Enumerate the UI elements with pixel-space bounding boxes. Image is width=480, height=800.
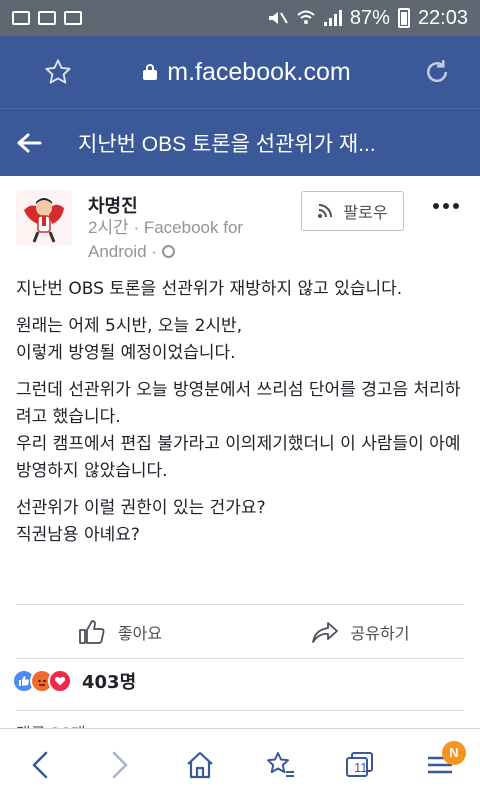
post-meta: 2시간 · Facebook for Android · <box>88 216 288 264</box>
avatar-illustration <box>16 190 72 246</box>
browser-bar: m.facebook.com <box>0 36 480 108</box>
page-header: 지난번 OBS 토론을 선관위가 재... <box>0 108 480 176</box>
post-paragraph: 그런데 선관위가 오늘 방영분에서 쓰리섬 단어를 경고음 처리하려고 했습니다… <box>16 380 461 481</box>
address-bar[interactable]: m.facebook.com <box>143 58 351 87</box>
author-name[interactable]: 차명진 <box>88 192 138 218</box>
reload-icon[interactable] <box>422 57 452 87</box>
follow-label: 팔로우 <box>343 203 388 222</box>
signal-icon <box>323 10 342 26</box>
url-text[interactable]: m.facebook.com <box>167 58 350 87</box>
status-bar: 87% 22:03 <box>0 0 480 36</box>
clock: 22:03 <box>417 6 468 29</box>
post-paragraph: 선관위가 이럴 권한이 있는 건가요? 직권남용 아녜요? <box>16 498 266 545</box>
like-label: 좋아요 <box>117 624 163 643</box>
post-paragraph: 지난번 OBS 토론을 선관위가 재방하지 않고 있습니다. <box>16 279 403 299</box>
star-icon[interactable] <box>44 58 72 86</box>
share-button[interactable]: 공유하기 <box>240 620 480 644</box>
follow-button[interactable]: 팔로우 <box>301 191 404 231</box>
divider <box>16 604 464 605</box>
back-arrow-icon[interactable] <box>16 132 42 154</box>
tabs-button[interactable]: 11 <box>330 735 390 795</box>
more-icon[interactable] <box>430 196 462 216</box>
gallery-icon <box>38 11 56 25</box>
notification-badge: N <box>442 740 466 765</box>
battery-percent: 87% <box>349 6 390 29</box>
menu-button[interactable]: N <box>410 735 470 795</box>
chevron-right-icon <box>112 751 128 778</box>
share-label: 공유하기 <box>350 624 410 643</box>
lock-icon <box>143 64 158 80</box>
screen: 87% 22:03 m.facebook.com 지난번 OBS 토론을 선관위… <box>0 0 480 800</box>
reactions-summary[interactable]: 403명 <box>12 668 136 694</box>
bookmark-star-icon <box>267 751 294 777</box>
chevron-left-icon <box>32 751 48 778</box>
sim-icon <box>12 11 30 25</box>
post: 차명진 2시간 · Facebook for Android · 팔로우 지난번… <box>0 176 480 800</box>
share-icon <box>311 622 338 643</box>
avatar[interactable] <box>16 190 72 246</box>
post-paragraph: 원래는 어제 5시반, 오늘 2시반, 이렇게 방영될 예정이었습니다. <box>16 316 243 363</box>
like-button[interactable]: 좋아요 <box>0 619 240 645</box>
battery-icon <box>397 8 410 28</box>
divider <box>16 658 464 659</box>
reaction-count: 403명 <box>82 672 137 693</box>
wifi-icon <box>297 10 315 24</box>
status-right: 87% 22:03 <box>266 7 468 30</box>
mute-icon <box>268 12 288 24</box>
home-icon <box>187 751 213 778</box>
tabs-count: 11 <box>354 759 368 775</box>
thumbs-up-icon <box>79 620 105 644</box>
post-actions: 좋아요 공유하기 <box>0 606 480 658</box>
globe-icon <box>161 245 175 258</box>
post-header: 차명진 2시간 · Facebook for Android · 팔로우 <box>0 176 480 268</box>
browser-back-button[interactable] <box>10 735 70 795</box>
rss-icon <box>318 204 333 218</box>
home-button[interactable] <box>170 735 230 795</box>
page-title: 지난번 OBS 토론을 선관위가 재... <box>78 132 376 156</box>
mail-icon <box>64 11 82 25</box>
bottom-nav: 11 N <box>0 728 480 800</box>
post-body: 지난번 OBS 토론을 선관위가 재방하지 않고 있습니다. 원래는 어제 5시… <box>16 276 466 559</box>
browser-forward-button[interactable] <box>90 735 150 795</box>
bookmarks-button[interactable] <box>250 735 310 795</box>
love-reaction-icon <box>48 669 72 693</box>
divider <box>16 710 464 711</box>
status-left <box>12 11 82 25</box>
